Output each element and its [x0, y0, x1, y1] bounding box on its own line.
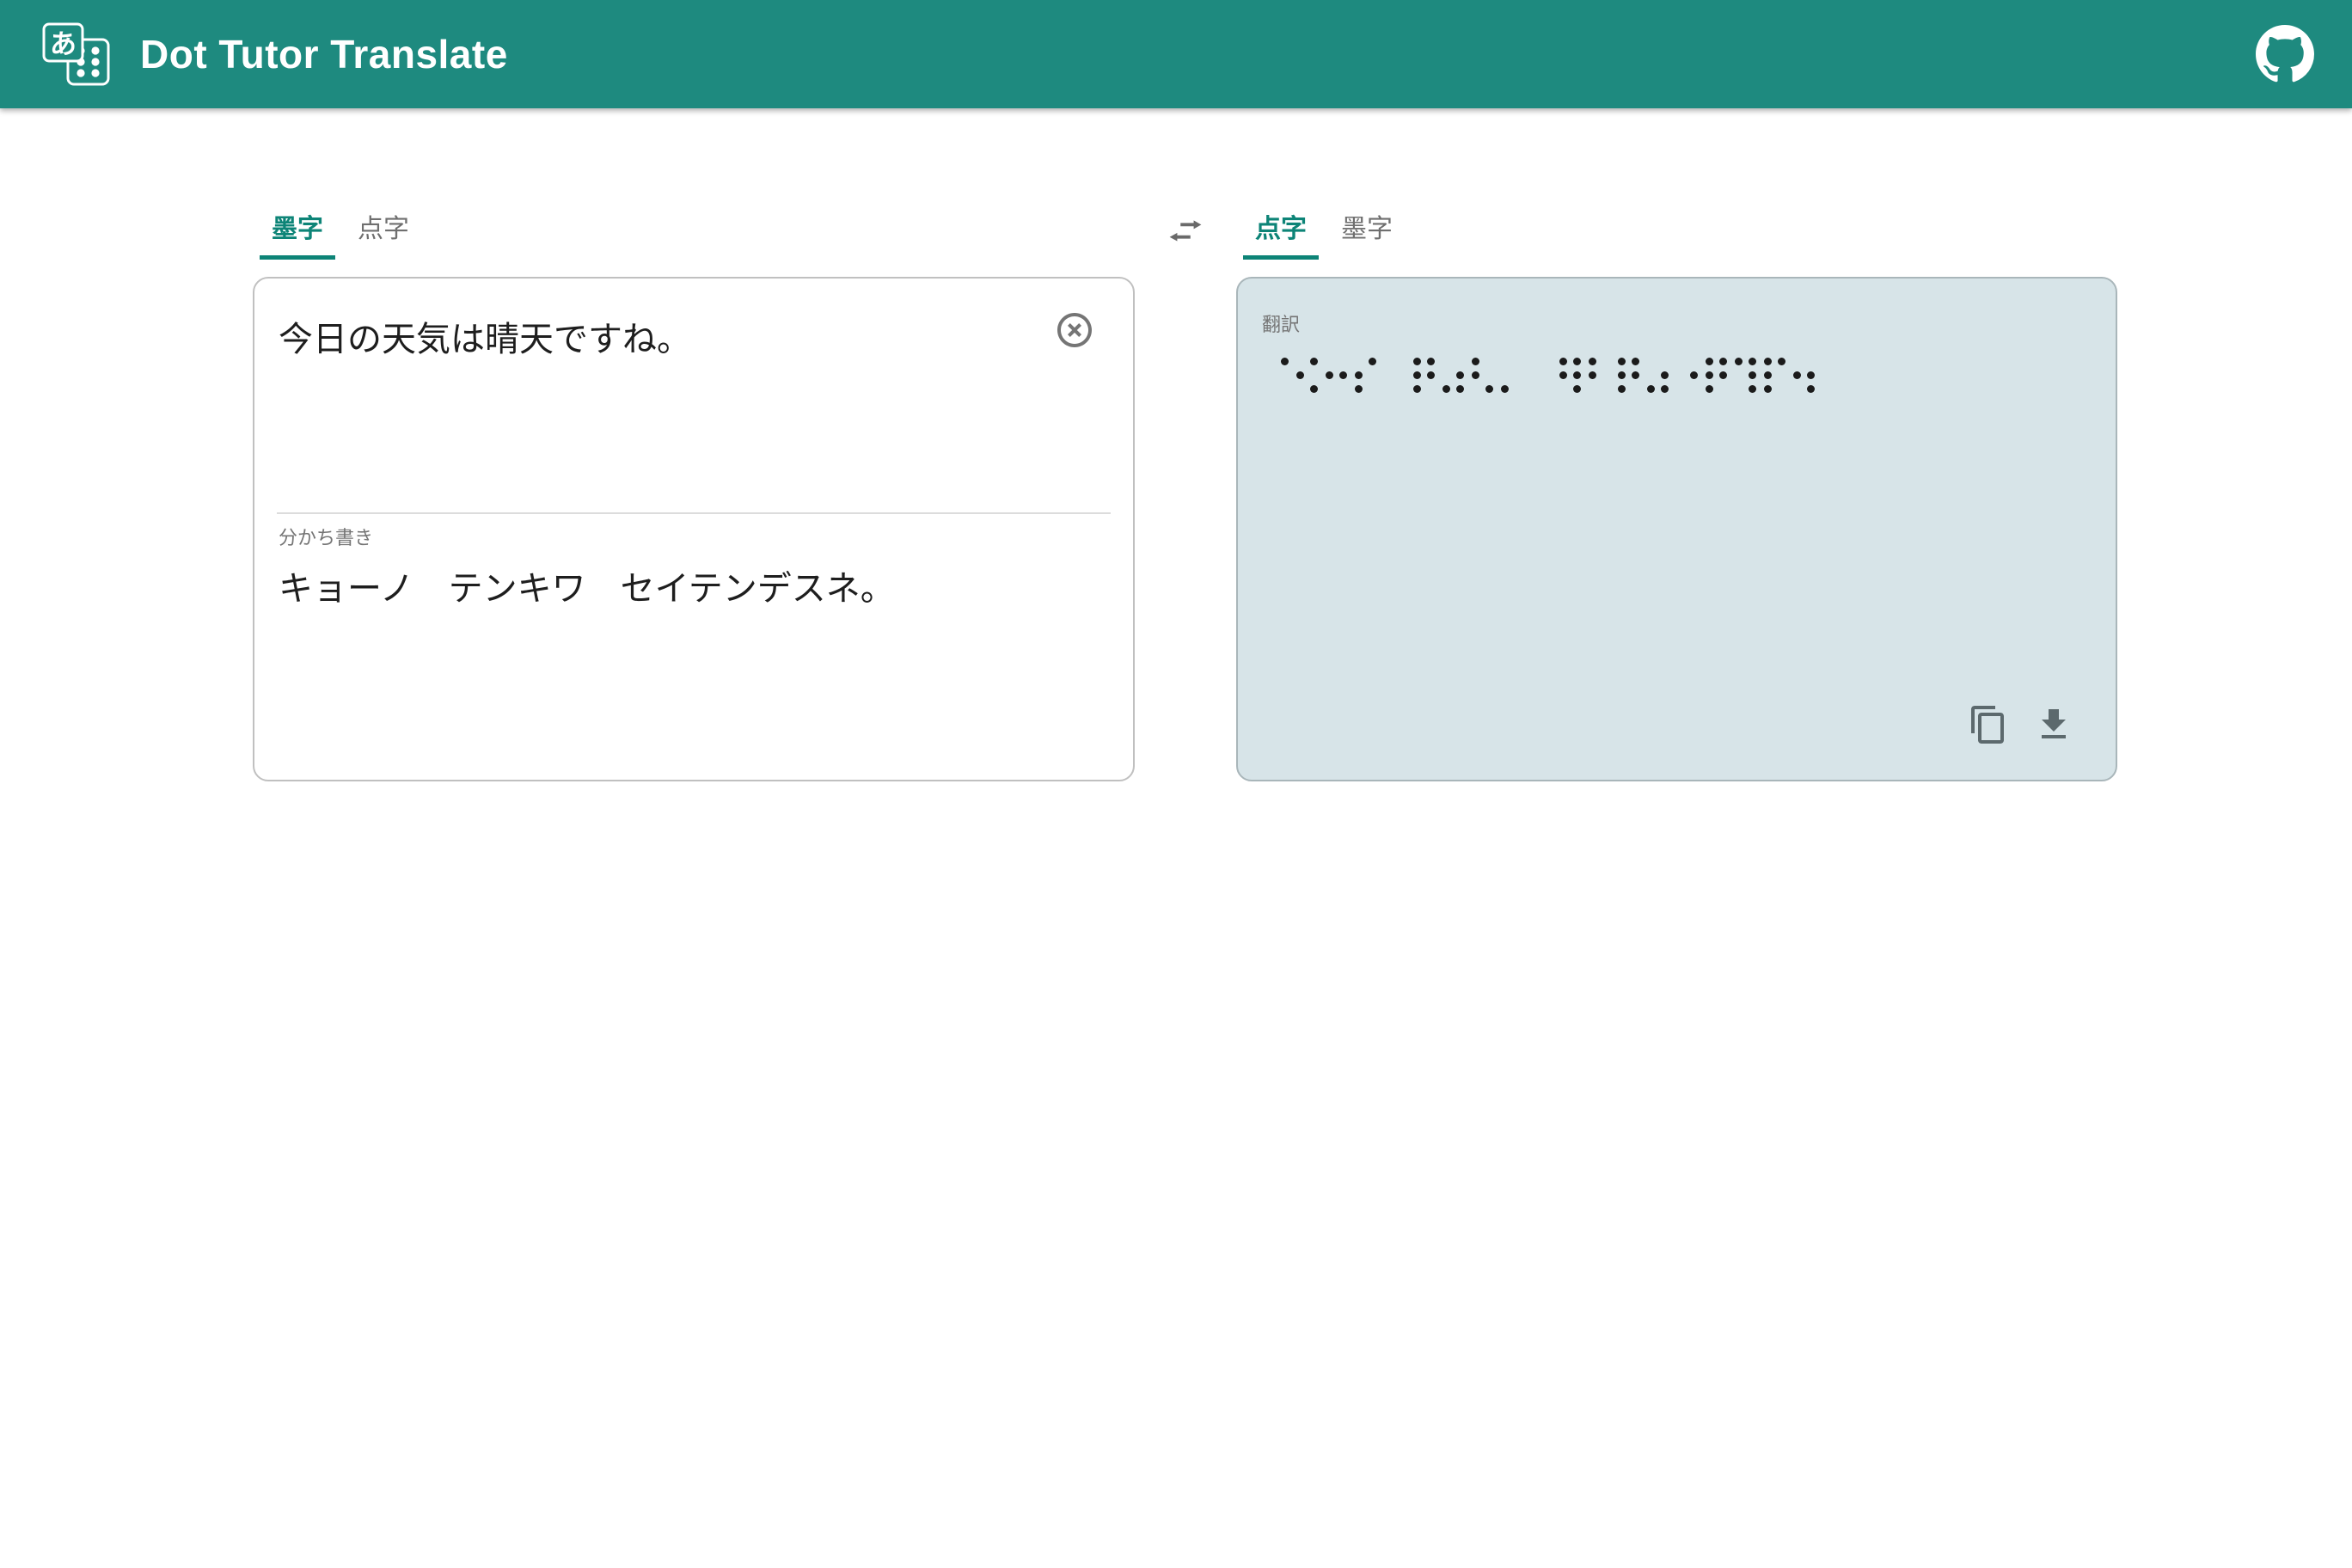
source-tabs: 墨字 点字: [260, 210, 1135, 260]
app-title: Dot Tutor Translate: [140, 31, 508, 77]
wakachigaki-text: キョーノ テンキワ セイテンデスネ。: [279, 564, 1109, 614]
clear-button[interactable]: [1054, 309, 1095, 351]
text-input[interactable]: 今日の天気は晴天ですね。: [254, 279, 1133, 512]
input-text-value[interactable]: 今日の天気は晴天ですね。: [279, 315, 1021, 364]
wakachigaki-label: 分かち書き: [279, 523, 1109, 550]
github-icon: [2256, 25, 2314, 83]
github-link[interactable]: [2256, 25, 2314, 83]
main-content: 墨字 点字 今日の天気は晴天ですね。 分かち書き キョーノ テンキワ セイテンデ…: [0, 210, 2352, 781]
braille-output: [1264, 354, 2092, 395]
copy-icon: [1968, 704, 2009, 745]
output-card: 翻訳: [1236, 277, 2117, 781]
source-tab-tenji[interactable]: 点字: [346, 210, 421, 260]
app-logo: あ: [42, 22, 111, 86]
source-tab-sumiji[interactable]: 墨字: [260, 210, 335, 260]
translation-label: 翻訳: [1262, 309, 2092, 337]
target-tab-tenji[interactable]: 点字: [1243, 210, 1319, 260]
logo-kana-glyph: あ: [50, 29, 77, 59]
target-tab-sumiji[interactable]: 墨字: [1329, 210, 1405, 260]
download-icon: [2033, 704, 2074, 745]
kana-braille-logo-icon: あ: [42, 22, 111, 86]
target-tabs: 点字 墨字: [1243, 210, 2117, 260]
app-header: あ Dot Tutor Translate: [0, 0, 2352, 108]
target-panel: 点字 墨字 翻訳: [1236, 210, 2117, 781]
swap-arrows-icon[interactable]: [1166, 211, 1205, 251]
download-button[interactable]: [2033, 704, 2074, 745]
copy-button[interactable]: [1968, 704, 2009, 745]
output-actions: [1968, 704, 2074, 745]
source-panel: 墨字 点字 今日の天気は晴天ですね。 分かち書き キョーノ テンキワ セイテンデ…: [253, 210, 1135, 781]
swap-column: [1135, 210, 1236, 251]
wakachigaki-section: 分かち書き キョーノ テンキワ セイテンデスネ。: [254, 514, 1133, 614]
input-card: 今日の天気は晴天ですね。 分かち書き キョーノ テンキワ セイテンデスネ。: [253, 277, 1135, 781]
clear-circle-x-icon: [1054, 309, 1095, 351]
